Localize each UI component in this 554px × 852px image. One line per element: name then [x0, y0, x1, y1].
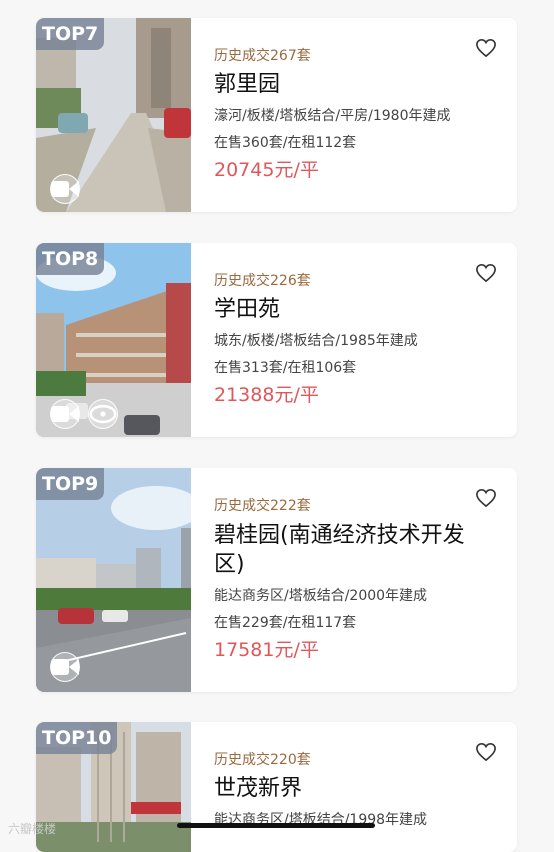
- listing-info: 历史成交267套 郭里园 濠河/板楼/塔板结合/平房/1980年建成 在售360…: [214, 18, 507, 181]
- video-icon[interactable]: [50, 399, 80, 429]
- listing-info: 历史成交226套 学田苑 城东/板楼/塔板结合/1985年建成 在售313套/在…: [214, 243, 507, 406]
- unit-price: 20745元/平: [214, 159, 319, 181]
- community-name[interactable]: 郭里园: [214, 71, 507, 99]
- heart-icon[interactable]: [475, 263, 497, 283]
- unit-price: 21388元/平: [214, 384, 319, 406]
- listing-photo[interactable]: TOP8: [36, 243, 191, 437]
- community-name[interactable]: 世茂新界: [214, 775, 507, 803]
- rank-badge: TOP7: [36, 18, 105, 50]
- heart-icon[interactable]: [475, 488, 497, 508]
- stock-info: 在售360套/在租112套: [214, 135, 357, 151]
- heart-icon[interactable]: [475, 742, 497, 762]
- listing-card[interactable]: TOP7 历史成交267套 郭里园 濠河/板楼/塔板结合/平房/1980年建成 …: [36, 18, 517, 212]
- listing-photo[interactable]: TOP7: [36, 18, 191, 212]
- watermark: 六瓣楼楼: [8, 822, 57, 836]
- deal-count: 历史成交226套: [214, 273, 311, 289]
- listing-card[interactable]: TOP10 历史成交220套 世茂新界 能达商务区/塔板结合/1998年建成: [36, 722, 517, 852]
- stock-info: 在售313套/在租106套: [214, 360, 357, 376]
- deal-count: 历史成交220套: [214, 752, 311, 768]
- community-meta: 能达商务区/塔板结合/2000年建成: [214, 588, 428, 604]
- listing-photo[interactable]: TOP9: [36, 468, 191, 692]
- community-meta: 濠河/板楼/塔板结合/平房/1980年建成: [214, 108, 451, 124]
- listing-card[interactable]: TOP8 历史成交226套 学田苑 城东/板楼/塔板结合/1985年建成 在售3…: [36, 243, 517, 437]
- rank-badge: TOP10: [36, 722, 118, 754]
- video-icon[interactable]: [50, 652, 80, 682]
- stock-info: 在售229套/在租117套: [214, 615, 357, 631]
- rank-badge: TOP8: [36, 243, 105, 275]
- home-indicator[interactable]: [177, 823, 375, 828]
- community-name[interactable]: 碧桂园(南通经济技术开发区): [214, 521, 507, 579]
- listing-photo[interactable]: TOP10: [36, 722, 191, 852]
- panorama-icon[interactable]: [88, 399, 118, 429]
- listing-feed: TOP7 历史成交267套 郭里园 濠河/板楼/塔板结合/平房/1980年建成 …: [0, 0, 554, 852]
- heart-icon[interactable]: [475, 38, 497, 58]
- rank-badge: TOP9: [36, 468, 105, 500]
- video-icon[interactable]: [50, 174, 80, 204]
- community-meta: 城东/板楼/塔板结合/1985年建成: [214, 333, 418, 349]
- unit-price: 17581元/平: [214, 639, 319, 661]
- listing-info: 历史成交222套 碧桂园(南通经济技术开发区) 能达商务区/塔板结合/2000年…: [214, 468, 507, 661]
- listing-info: 历史成交220套 世茂新界 能达商务区/塔板结合/1998年建成: [214, 722, 507, 829]
- community-name[interactable]: 学田苑: [214, 296, 507, 324]
- deal-count: 历史成交267套: [214, 48, 311, 64]
- listing-card[interactable]: TOP9 历史成交222套 碧桂园(南通经济技术开发区) 能达商务区/塔板结合/…: [36, 468, 517, 692]
- deal-count: 历史成交222套: [214, 498, 311, 514]
